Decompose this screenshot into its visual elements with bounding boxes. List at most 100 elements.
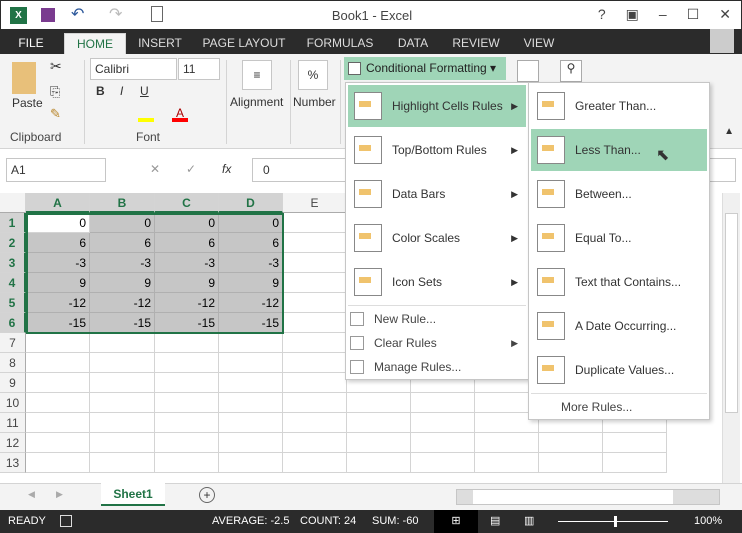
cell[interactable] — [283, 213, 347, 233]
column-header[interactable]: E — [283, 193, 347, 213]
row-header[interactable]: 10 — [0, 393, 26, 413]
menu-item-icon-sets[interactable]: Icon Sets ▶ — [348, 261, 526, 303]
row-header[interactable]: 2 — [0, 233, 26, 253]
page-break-view-icon[interactable]: ▥ — [524, 510, 534, 533]
cell[interactable] — [475, 453, 539, 473]
cell[interactable] — [155, 433, 219, 453]
row-header[interactable]: 13 — [0, 453, 26, 473]
number-format-button[interactable]: % — [298, 60, 328, 90]
cell[interactable] — [283, 333, 347, 353]
cell[interactable] — [283, 433, 347, 453]
menu-item-top-bottom-rules[interactable]: Top/Bottom Rules ▶ — [348, 129, 526, 171]
next-sheet-icon[interactable]: ▶ — [56, 489, 63, 500]
enter-icon[interactable]: ✓ — [186, 162, 196, 176]
font-name-select[interactable]: Calibri — [90, 58, 177, 80]
cell[interactable] — [283, 453, 347, 473]
cell[interactable] — [411, 453, 475, 473]
cell[interactable] — [155, 353, 219, 373]
cell[interactable] — [90, 393, 155, 413]
cell[interactable] — [26, 413, 90, 433]
cell[interactable] — [347, 453, 411, 473]
menu-item-clear-rules[interactable]: Clear Rules ▶ — [350, 332, 526, 354]
menu-item-highlight-cells-rules[interactable]: Highlight Cells Rules ▶ — [348, 85, 526, 127]
cell[interactable] — [26, 373, 90, 393]
cell[interactable] — [283, 233, 347, 253]
row-header[interactable]: 9 — [0, 373, 26, 393]
maximize-button[interactable]: ☐ — [687, 6, 700, 23]
cell[interactable] — [603, 433, 667, 453]
cell[interactable] — [90, 353, 155, 373]
cell[interactable] — [26, 393, 90, 413]
cell[interactable] — [26, 453, 90, 473]
cell[interactable] — [283, 313, 347, 333]
ribbon-display-button[interactable]: ▣ — [626, 6, 639, 23]
submenu-item-between[interactable]: Between... — [531, 173, 707, 215]
column-header[interactable]: A — [26, 193, 90, 213]
cell[interactable] — [347, 433, 411, 453]
submenu-item-duplicate-values[interactable]: Duplicate Values... — [531, 349, 707, 391]
cell[interactable] — [283, 393, 347, 413]
vertical-scrollbar[interactable] — [722, 193, 740, 483]
cell[interactable] — [411, 433, 475, 453]
tab-page-layout[interactable]: PAGE LAYOUT — [196, 33, 292, 54]
conditional-formatting-button[interactable]: Conditional Formatting ▾ — [344, 57, 506, 80]
cell[interactable] — [283, 413, 347, 433]
submenu-item-greater-than[interactable]: Greater Than... — [531, 85, 707, 127]
paste-icon[interactable] — [12, 62, 36, 94]
cell[interactable] — [539, 433, 603, 453]
sheet-tab-sheet1[interactable]: Sheet1 — [101, 483, 165, 506]
cell[interactable] — [155, 393, 219, 413]
help-button[interactable]: ? — [598, 6, 606, 23]
cell[interactable] — [90, 333, 155, 353]
font-size-select[interactable]: 11 — [178, 58, 220, 80]
row-header[interactable]: 7 — [0, 333, 26, 353]
row-header[interactable]: 11 — [0, 413, 26, 433]
cell[interactable] — [219, 413, 283, 433]
column-header[interactable]: C — [155, 193, 219, 213]
cell[interactable] — [347, 413, 411, 433]
cell[interactable] — [283, 273, 347, 293]
cell[interactable] — [539, 453, 603, 473]
cell[interactable] — [155, 373, 219, 393]
submenu-item-text-contains[interactable]: Text that Contains... — [531, 261, 707, 303]
cell[interactable] — [219, 453, 283, 473]
fill-color-icon[interactable] — [138, 108, 154, 122]
prev-sheet-icon[interactable]: ◀ — [28, 489, 35, 500]
row-header[interactable]: 8 — [0, 353, 26, 373]
page-layout-view-icon[interactable]: ▤ — [490, 510, 500, 533]
cell[interactable] — [411, 393, 475, 413]
insert-function-button[interactable]: fx — [222, 162, 231, 176]
tab-review[interactable]: REVIEW — [446, 33, 506, 54]
cell[interactable] — [219, 393, 283, 413]
horizontal-scrollbar[interactable] — [456, 489, 720, 505]
zoom-slider[interactable] — [558, 516, 668, 527]
cell[interactable] — [26, 433, 90, 453]
row-header[interactable]: 5 — [0, 293, 26, 313]
row-header[interactable]: 12 — [0, 433, 26, 453]
cell[interactable] — [155, 453, 219, 473]
cell[interactable] — [475, 433, 539, 453]
cell[interactable] — [219, 353, 283, 373]
insert-cells-icon[interactable] — [517, 60, 539, 82]
close-button[interactable]: ✕ — [719, 6, 731, 23]
submenu-item-less-than[interactable]: Less Than... — [531, 129, 707, 171]
tab-data[interactable]: DATA — [388, 33, 438, 54]
tab-formulas[interactable]: FORMULAS — [300, 33, 380, 54]
font-color-icon[interactable]: A — [172, 106, 188, 122]
cell[interactable] — [219, 373, 283, 393]
find-icon[interactable]: ⚲ — [560, 60, 582, 82]
cell[interactable] — [26, 333, 90, 353]
cell[interactable] — [90, 373, 155, 393]
menu-item-manage-rules[interactable]: Manage Rules... — [350, 356, 526, 378]
row-header[interactable]: 1 — [0, 213, 26, 233]
bold-button[interactable]: B — [96, 84, 105, 98]
cell[interactable] — [283, 253, 347, 273]
column-header[interactable]: D — [219, 193, 283, 213]
cell[interactable] — [283, 293, 347, 313]
cell[interactable] — [219, 433, 283, 453]
normal-view-icon[interactable]: ⊞ — [434, 510, 478, 533]
alignment-button[interactable]: ≡ — [242, 60, 272, 90]
add-sheet-icon[interactable]: + — [199, 487, 215, 503]
cell[interactable] — [26, 353, 90, 373]
underline-button[interactable]: U — [140, 84, 149, 98]
